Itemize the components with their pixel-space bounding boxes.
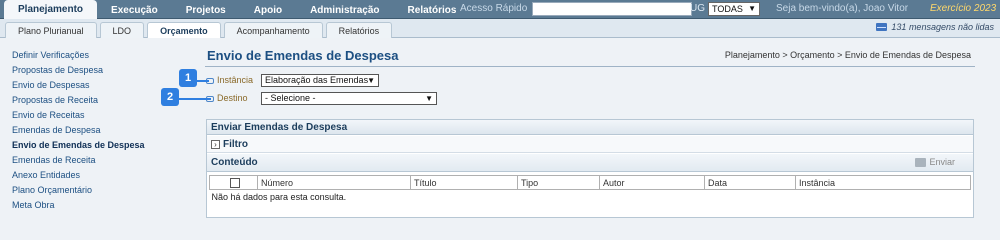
breadcrumb: Planejamento > Orçamento > Envio de Emen… <box>724 50 971 60</box>
tab-relatorios[interactable]: Relatórios <box>325 22 393 38</box>
mail-icon <box>876 23 888 31</box>
content-area: Definir Verificações Propostas de Despes… <box>0 38 1000 218</box>
annotation-line-2 <box>179 98 211 100</box>
instancia-label: Instância <box>217 75 254 85</box>
chevron-down-icon: ▼ <box>367 75 375 85</box>
tab-ldo[interactable]: LDO <box>99 22 145 38</box>
sub-tabs: Plano Plurianual LDO Orçamento Acompanha… <box>5 22 395 38</box>
content-header: Conteúdo Enviar <box>207 154 973 172</box>
menu-relatorios[interactable]: Relatórios <box>394 2 471 19</box>
top-menu: Planejamento Execução Projetos Apoio Adm… <box>4 0 470 19</box>
sidebar-item-propostas-despesa[interactable]: Propostas de Despesa <box>12 63 198 78</box>
expand-icon: › <box>211 139 220 149</box>
menu-projetos[interactable]: Projetos <box>172 2 240 19</box>
tab-orcamento[interactable]: Orçamento <box>147 22 221 38</box>
quick-access-label: Acesso Rápido <box>460 3 528 14</box>
results-table: Número Título Tipo Autor Data Instância … <box>209 175 971 204</box>
sidebar: Definir Verificações Propostas de Despes… <box>12 48 198 213</box>
title-divider <box>205 66 975 67</box>
menu-administracao[interactable]: Administração <box>296 2 393 19</box>
main-panel: Envio de Emendas de Despesa Planejamento… <box>161 42 975 218</box>
fiscal-year: Exercício 2023 <box>930 3 997 14</box>
panel-title: Enviar Emendas de Despesa <box>207 120 973 135</box>
sidebar-item-meta-obra[interactable]: Meta Obra <box>12 198 198 213</box>
destino-row: Destino - Selecione - ▼ <box>205 91 437 105</box>
instancia-select-value: Elaboração das Emendas <box>265 74 369 85</box>
sidebar-item-emendas-despesa[interactable]: Emendas de Despesa <box>12 123 198 138</box>
sidebar-item-envio-emendas-despesa[interactable]: Envio de Emendas de Despesa <box>12 138 198 153</box>
table-row: Não há dados para esta consulta. <box>210 190 971 204</box>
enviar-emendas-panel: Enviar Emendas de Despesa › Filtro Conte… <box>206 119 974 218</box>
sidebar-item-anexo-entidades[interactable]: Anexo Entidades <box>12 168 198 183</box>
send-button[interactable]: Enviar <box>915 157 955 167</box>
tab-plano-plurianual[interactable]: Plano Plurianual <box>5 22 97 38</box>
messages-link[interactable]: 131 mensagens não lidas <box>876 22 994 32</box>
column-data[interactable]: Data <box>704 175 796 190</box>
annotation-line-1 <box>197 80 209 82</box>
column-instancia[interactable]: Instância <box>795 175 971 190</box>
ug-select-value: TODAS <box>712 4 743 14</box>
menu-execucao[interactable]: Execução <box>97 2 172 19</box>
ug-label: UG <box>690 3 705 14</box>
sidebar-item-definir-verificacoes[interactable]: Definir Verificações <box>12 48 198 63</box>
chevron-down-icon: ▼ <box>748 4 756 13</box>
top-navigation-bar: Planejamento Execução Projetos Apoio Adm… <box>0 0 1000 19</box>
ug-select[interactable]: TODAS ▼ <box>708 2 760 16</box>
quick-access-input[interactable] <box>532 2 692 16</box>
sidebar-item-envio-receitas[interactable]: Envio de Receitas <box>12 108 198 123</box>
filter-label: Filtro <box>223 138 248 150</box>
messages-text: 131 mensagens não lidas <box>891 22 994 32</box>
column-titulo[interactable]: Título <box>410 175 518 190</box>
column-numero[interactable]: Número <box>257 175 411 190</box>
empty-message: Não há dados para esta consulta. <box>211 191 347 202</box>
sidebar-item-plano-orcamentario[interactable]: Plano Orçamentário <box>12 183 198 198</box>
welcome-text: Seja bem-vindo(a), Joao Vitor <box>776 3 909 14</box>
destino-select-value: - Selecione - <box>265 92 316 103</box>
select-all-checkbox[interactable] <box>230 177 240 188</box>
column-tipo[interactable]: Tipo <box>517 175 600 190</box>
select-all-header <box>209 175 258 190</box>
menu-apoio[interactable]: Apoio <box>240 2 296 19</box>
page-title: Envio de Emendas de Despesa <box>207 48 399 63</box>
annotation-badge-2: 2 <box>161 88 179 106</box>
table-header-row: Número Título Tipo Autor Data Instância <box>209 175 971 190</box>
send-label: Enviar <box>929 157 955 167</box>
sub-navigation-bar: Plano Plurianual LDO Orçamento Acompanha… <box>0 19 1000 38</box>
column-autor[interactable]: Autor <box>599 175 705 190</box>
annotation-badge-1: 1 <box>179 69 197 87</box>
tab-acompanhamento[interactable]: Acompanhamento <box>223 22 323 38</box>
sidebar-item-emendas-receita[interactable]: Emendas de Receita <box>12 153 198 168</box>
content-label: Conteúdo <box>211 157 258 168</box>
instancia-row: Instância Elaboração das Emendas ▼ <box>205 73 379 87</box>
instancia-select[interactable]: Elaboração das Emendas ▼ <box>261 73 379 87</box>
send-icon <box>915 157 927 167</box>
menu-planejamento[interactable]: Planejamento <box>4 0 98 19</box>
filter-toggle[interactable]: › Filtro <box>207 136 973 153</box>
chevron-down-icon: ▼ <box>425 93 433 103</box>
destino-select[interactable]: - Selecione - ▼ <box>261 91 437 105</box>
destino-label: Destino <box>217 93 248 103</box>
